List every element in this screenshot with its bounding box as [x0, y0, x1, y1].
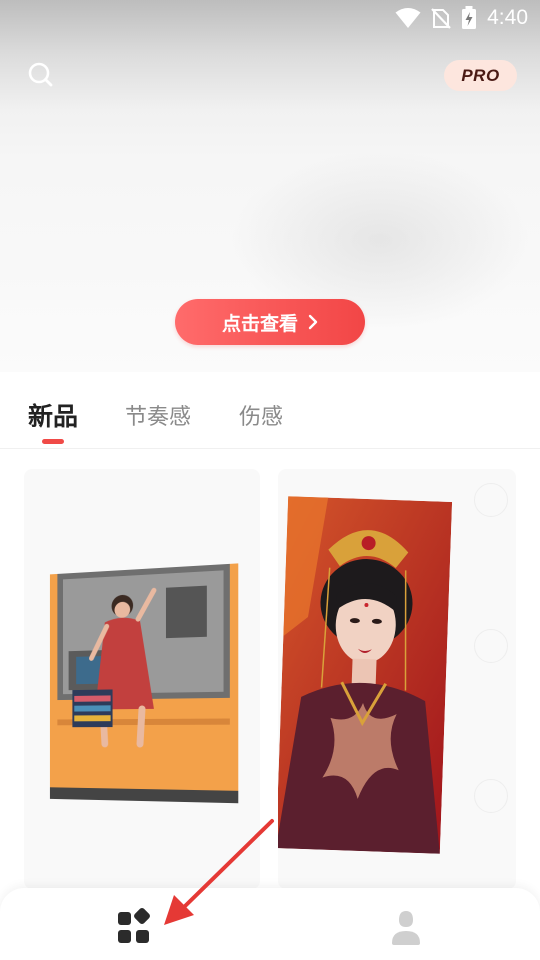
- placeholder-circle: [474, 629, 508, 663]
- nav-home[interactable]: [114, 908, 154, 948]
- person-icon: [392, 911, 420, 945]
- status-time: 4:40: [487, 6, 528, 29]
- tab-rhythm[interactable]: 节奏感: [125, 399, 191, 431]
- search-button[interactable]: [26, 60, 56, 90]
- pro-badge-label: PRO: [461, 65, 500, 85]
- category-tabs: 新品 节奏感 伤感: [0, 372, 540, 449]
- status-icons: 4:40: [395, 6, 528, 30]
- no-sim-icon: [431, 8, 451, 29]
- active-tab-indicator: [42, 439, 64, 444]
- status-bar: 4:40: [0, 0, 540, 36]
- nav-profile[interactable]: [386, 908, 426, 948]
- template-thumbnail: [278, 496, 453, 854]
- placeholder-circle: [474, 483, 508, 517]
- placeholder-circle: [474, 779, 508, 813]
- tab-sad[interactable]: 伤感: [239, 399, 283, 431]
- bottom-navigation: [0, 888, 540, 960]
- pro-badge[interactable]: PRO: [444, 60, 517, 91]
- template-card[interactable]: [278, 469, 516, 889]
- wifi-icon: [395, 8, 421, 28]
- template-card[interactable]: [24, 469, 260, 889]
- template-grid: [0, 449, 540, 960]
- view-details-button[interactable]: 点击查看: [175, 299, 365, 345]
- home-screen: 4:40 PRO 点击查看 新品 节奏感 伤感: [0, 0, 540, 960]
- tab-new[interactable]: 新品: [28, 397, 78, 433]
- cta-label: 点击查看: [221, 312, 298, 335]
- search-icon: [28, 62, 53, 87]
- battery-charging-icon: [462, 6, 477, 29]
- template-thumbnail: [49, 563, 239, 804]
- grid-apps-icon: [118, 908, 150, 943]
- chevron-right-icon: [308, 314, 318, 330]
